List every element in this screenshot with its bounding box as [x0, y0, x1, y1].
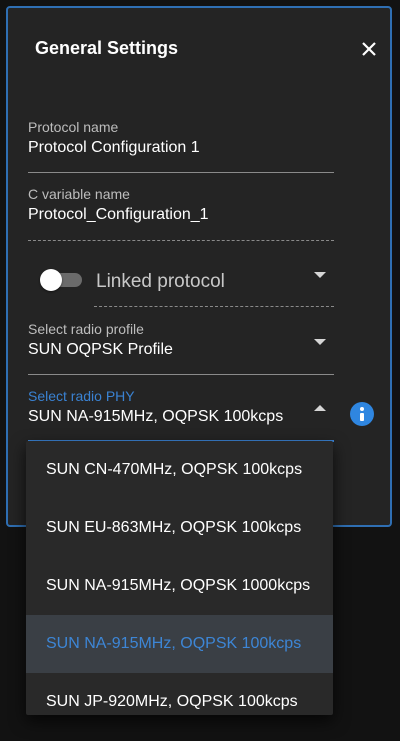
radio-profile-select[interactable]: Select radio profile SUN OQPSK Profile	[28, 321, 334, 359]
info-icon-dot	[360, 407, 364, 411]
c-variable-name-value[interactable]: Protocol_Configuration_1	[28, 206, 334, 224]
linked-protocol-underline	[94, 306, 334, 307]
radio-profile-underline	[28, 374, 334, 375]
linked-protocol-label: Linked protocol	[96, 271, 225, 292]
close-button[interactable]	[358, 38, 380, 60]
radio-phy-value[interactable]: SUN NA-915MHz, OQPSK 100kcps	[28, 408, 334, 426]
radio-phy-label: Select radio PHY	[28, 388, 135, 404]
c-variable-name-field[interactable]: C variable name Protocol_Configuration_1	[28, 186, 334, 224]
c-variable-name-underline	[28, 240, 334, 241]
radio-profile-value[interactable]: SUN OQPSK Profile	[28, 341, 334, 359]
info-icon[interactable]	[350, 402, 374, 426]
radio-phy-chevron-up-icon[interactable]	[314, 405, 326, 411]
protocol-name-field[interactable]: Protocol name Protocol Configuration 1	[28, 119, 334, 157]
radio-phy-dropdown-menu: SUN CN-470MHz, OQPSK 100kcps SUN EU-863M…	[26, 441, 333, 715]
linked-protocol-chevron-down-icon[interactable]	[314, 272, 326, 278]
radio-profile-label: Select radio profile	[28, 321, 144, 337]
c-variable-name-label: C variable name	[28, 186, 130, 202]
radio-phy-option[interactable]: SUN JP-920MHz, OQPSK 100kcps	[26, 673, 333, 731]
radio-phy-select[interactable]: Select radio PHY SUN NA-915MHz, OQPSK 10…	[28, 388, 334, 426]
dialog-title: General Settings	[35, 38, 179, 58]
radio-phy-option[interactable]: SUN CN-470MHz, OQPSK 100kcps	[26, 441, 333, 499]
protocol-name-label: Protocol name	[28, 119, 119, 135]
close-icon	[362, 42, 376, 56]
radio-phy-option-selected[interactable]: SUN NA-915MHz, OQPSK 100kcps	[26, 615, 333, 673]
radio-phy-option[interactable]: SUN EU-863MHz, OQPSK 100kcps	[26, 499, 333, 557]
protocol-name-value[interactable]: Protocol Configuration 1	[28, 139, 334, 157]
protocol-name-underline	[28, 172, 334, 173]
radio-phy-option[interactable]: SUN NA-915MHz, OQPSK 1000kcps	[26, 557, 333, 615]
toggle-thumb	[40, 269, 62, 291]
info-icon-stem	[360, 413, 364, 421]
linked-protocol-toggle[interactable]	[40, 265, 88, 295]
radio-profile-chevron-down-icon[interactable]	[314, 339, 326, 345]
